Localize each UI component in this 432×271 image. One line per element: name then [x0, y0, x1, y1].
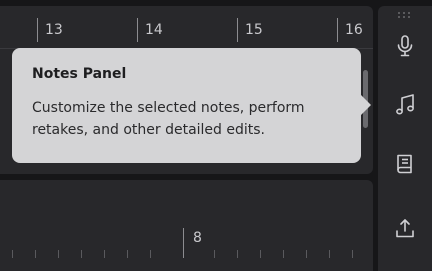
- microphone-icon: [397, 35, 413, 57]
- export-button[interactable]: [385, 211, 425, 247]
- music-notes-icon: [396, 94, 414, 115]
- ruler-tick-minor: [352, 250, 353, 258]
- ruler-tick-minor: [58, 250, 59, 258]
- tooltip-title: Notes Panel: [32, 66, 127, 82]
- ruler-label-8: 8: [193, 230, 202, 246]
- ruler-tick: [137, 18, 138, 42]
- drag-handle[interactable]: [398, 12, 412, 18]
- ruler-tick-minor: [12, 250, 13, 258]
- ruler-label-14: 14: [145, 22, 163, 38]
- ruler-tick-minor: [306, 250, 307, 258]
- ruler-tick-minor: [127, 250, 128, 258]
- ruler-tick-minor: [214, 250, 215, 258]
- right-sidebar: [378, 6, 432, 271]
- bottom-track-panel[interactable]: 8: [0, 180, 373, 271]
- export-icon: [396, 219, 414, 238]
- library-button[interactable]: [385, 146, 425, 182]
- notes-panel-tooltip: Notes Panel Customize the selected notes…: [12, 48, 371, 163]
- ruler-label-13: 13: [45, 22, 63, 38]
- ruler-tick-minor: [81, 250, 82, 258]
- ruler-tick-minor: [104, 250, 105, 258]
- ruler-tick-minor: [283, 250, 284, 258]
- ruler-tick: [37, 18, 38, 42]
- ruler-tick: [337, 18, 338, 42]
- ruler-tick-minor: [35, 250, 36, 258]
- ruler-label-16: 16: [345, 22, 363, 38]
- notes-panel-button[interactable]: [385, 87, 425, 123]
- ruler-label-15: 15: [245, 22, 263, 38]
- ruler-tick: [237, 18, 238, 42]
- ruler-tick-minor: [150, 250, 151, 258]
- ruler-tick: [183, 228, 184, 258]
- ruler-tick-minor: [260, 250, 261, 258]
- ruler-tick-minor: [237, 250, 238, 258]
- book-icon: [397, 154, 412, 174]
- microphone-button[interactable]: [385, 28, 425, 64]
- tooltip-body: Customize the selected notes, perform re…: [32, 100, 305, 138]
- ruler-tick-minor: [329, 250, 330, 258]
